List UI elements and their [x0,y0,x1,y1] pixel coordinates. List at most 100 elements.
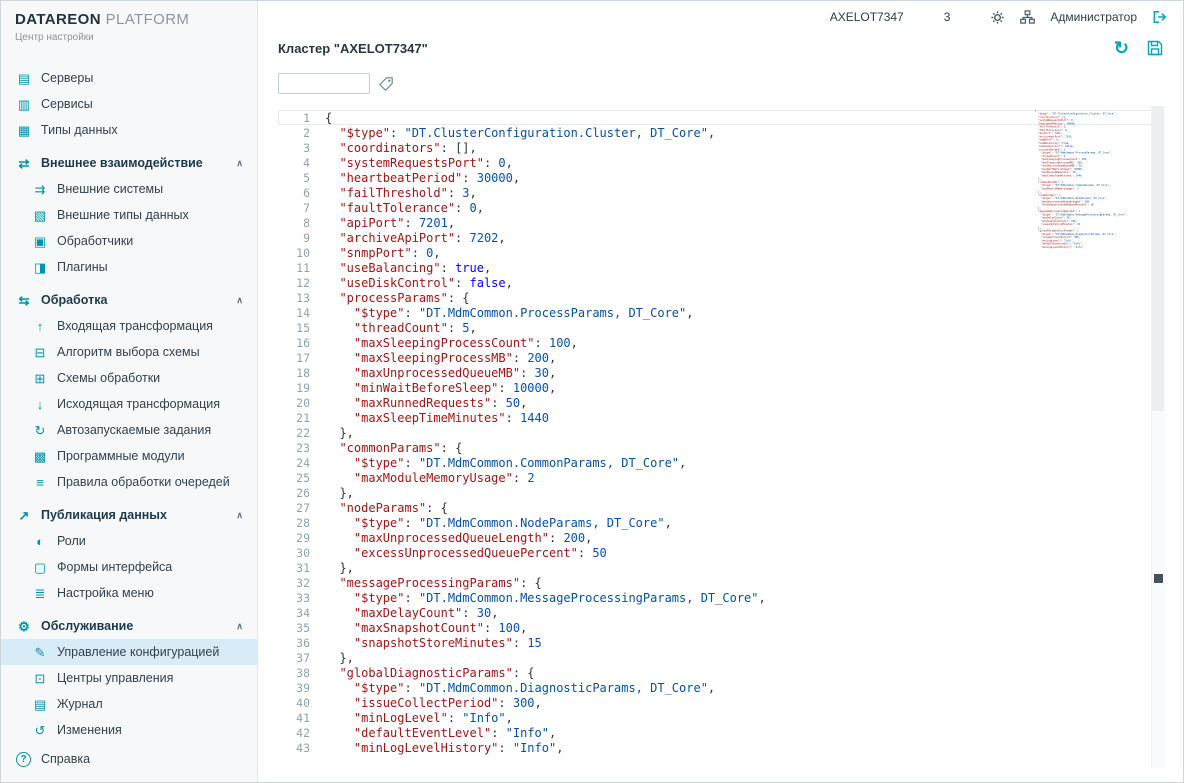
code-line[interactable]: 8 "apiPort": 7201, [278,215,1165,230]
code-line[interactable]: 17 "maxSleepingProcessMB": 200, [278,350,1165,365]
sidebar-item-label: Обслуживание [41,619,133,633]
code-text: "coordinators": [], [310,141,477,155]
code-line[interactable]: 41 "minLogLevel": "Info", [278,710,1165,725]
services-icon: ▥ [15,98,33,111]
sidebar-item-plugins[interactable]: ◨Плагины [1,254,257,280]
sidebar-item-handlers[interactable]: ▣Обработчики [1,228,257,254]
sidebar-item-data-publication[interactable]: ↗Публикация данных∧ [1,502,257,528]
code-line[interactable]: 21 "maxSleepTimeMinutes": 1440 [278,410,1165,425]
code-line[interactable]: 10 "snmpPort": 0, [278,245,1165,260]
code-line[interactable]: 3 "coordinators": [], [278,140,1165,155]
line-number: 7 [278,201,310,215]
code-text: "minLogLevel": "Info", [310,711,513,725]
code-line[interactable]: 22 }, [278,425,1165,440]
settings-gear-icon[interactable] [990,10,1005,25]
code-line[interactable]: 14 "$type": "DT.MdmCommon.ProcessParams,… [278,305,1165,320]
code-text: "$type": "DT.ClusterConfiguration.Cluste… [310,126,715,140]
sidebar-item-external-systems[interactable]: ⇉Внешние системы [1,176,257,202]
code-line[interactable]: 6 "failThreshold": 3, [278,185,1165,200]
sidebar-item-changes[interactable]: ↺Изменения [1,717,257,743]
sidebar-item-external-interaction[interactable]: ⇄Внешнее взаимодействие∧ [1,150,257,176]
scrollbar-thumb[interactable] [1152,106,1164,411]
tag-icon[interactable] [378,76,394,92]
code-line[interactable]: 43 "minLogLevelHistory": "Info", [278,740,1165,755]
code-line[interactable]: 20 "maxRunnedRequests": 50, [278,395,1165,410]
editor-minimap[interactable]: { "$type": "DT.ClusterConfiguration.Clus… [1035,109,1149,709]
sidebar-item-data-types[interactable]: ▦Типы данных [1,117,257,143]
code-text: "useDiskControl": false, [310,276,513,290]
sidebar-item-processing[interactable]: ⇆Обработка∧ [1,287,257,313]
save-icon[interactable] [1147,40,1163,56]
sidebar-item-servers[interactable]: ▤Серверы [1,65,257,91]
sidebar-item-journal[interactable]: ▤Журнал [1,691,257,717]
code-line[interactable]: 5 "heartbeatPeriod": 30000, [278,170,1165,185]
code-line[interactable]: 34 "maxDelayCount": 30, [278,605,1165,620]
code-line[interactable]: 37 }, [278,650,1165,665]
sidebar-item-menu-settings[interactable]: ≣Настройка меню [1,580,257,606]
sidebar-item-outgoing-transformation[interactable]: ↓Исходящая трансформация [1,391,257,417]
code-line[interactable]: 19 "minWaitBeforeSleep": 10000, [278,380,1165,395]
code-line[interactable]: 29 "maxUnprocessedQueueLength": 200, [278,530,1165,545]
sidebar-item-queue-processing-rules[interactable]: ≡Правила обработки очередей [1,469,257,495]
code-text: "messageProcessingParams": { [310,576,542,590]
code-line[interactable]: 15 "threadCount": 5, [278,320,1165,335]
filter-input[interactable] [278,73,370,94]
code-text: "maxSleepingProcessCount": 100, [310,336,578,350]
sidebar-item-services[interactable]: ▥Сервисы [1,91,257,117]
line-number: 35 [278,621,310,635]
json-editor[interactable]: 1{2 "$type": "DT.ClusterConfiguration.Cl… [278,106,1165,768]
code-line[interactable]: 9 "archiveApiPort": 7202, [278,230,1165,245]
line-number: 6 [278,186,310,200]
code-text: "$type": "DT.MdmCommon.DiagnosticParams,… [310,681,715,695]
sitemap-icon[interactable] [1020,10,1035,24]
code-line[interactable]: 36 "snapshotStoreMinutes": 15 [278,635,1165,650]
code-line[interactable]: 30 "excessUnprocessedQueuePercent": 50 [278,545,1165,560]
refresh-icon[interactable]: ↻ [1114,39,1129,57]
logo-primary: DATAREON [15,11,101,28]
logout-icon[interactable] [1152,9,1169,25]
sidebar-item-processing-schemas[interactable]: ⊞Схемы обработки [1,365,257,391]
code-line[interactable]: 18 "maxUnprocessedQueueMB": 30, [278,365,1165,380]
editor-scrollbar[interactable] [1151,106,1165,768]
code-line[interactable]: 26 }, [278,485,1165,500]
sidebar-item-control-centers[interactable]: ⊡Центры управления [1,665,257,691]
code-line[interactable]: 27 "nodeParams": { [278,500,1165,515]
code-line[interactable]: 38 "globalDiagnosticParams": { [278,665,1165,680]
sidebar-item-interface-forms[interactable]: ▢Формы интерфейса [1,554,257,580]
code-line[interactable]: 24 "$type": "DT.MdmCommon.CommonParams, … [278,455,1165,470]
code-line[interactable]: 28 "$type": "DT.MdmCommon.NodeParams, DT… [278,515,1165,530]
code-line[interactable]: 1{ [278,110,1165,125]
sidebar-item-maintenance[interactable]: ⚙Обслуживание∧ [1,613,257,639]
code-line[interactable]: 32 "messageProcessingParams": { [278,575,1165,590]
sidebar-item-external-data-types[interactable]: ▧Внешние типы данных [1,202,257,228]
code-line[interactable]: 13 "processParams": { [278,290,1165,305]
code-line[interactable]: 40 "issueCollectPeriod": 300, [278,695,1165,710]
sidebar-item-label: Справка [41,752,90,766]
sidebar-item-help[interactable]: ? Справка [1,746,257,772]
code-line[interactable]: 16 "maxSleepingProcessCount": 100, [278,335,1165,350]
code-line[interactable]: 4 "systemRequestsPort": 0, [278,155,1165,170]
sidebar-item-autostart-tasks[interactable]: ↻Автозапускаемые задания [1,417,257,443]
sidebar-item-schema-selection-algorithm[interactable]: ⊟Алгоритм выбора схемы [1,339,257,365]
code-line[interactable]: 33 "$type": "DT.MdmCommon.MessageProcess… [278,590,1165,605]
code-line[interactable]: 11 "useBalancing": true, [278,260,1165,275]
sidebar-item-label: Внешние типы данных [57,208,189,222]
sidebar-item-program-modules[interactable]: ▩Программные модули [1,443,257,469]
code-line[interactable]: 35 "maxSnapshotCount": 100, [278,620,1165,635]
code-text: "apiPort": 7201, [310,216,455,230]
line-number: 11 [278,261,310,275]
code-line[interactable]: 39 "$type": "DT.MdmCommon.DiagnosticPara… [278,680,1165,695]
sidebar-item-configuration-management[interactable]: ✎Управление конфигурацией [1,639,257,665]
line-number: 19 [278,381,310,395]
sidebar-item-roles[interactable]: ◐Роли [1,528,257,554]
code-line[interactable]: 23 "commonParams": { [278,440,1165,455]
line-number: 30 [278,546,310,560]
code-line[interactable]: 42 "defaultEventLevel": "Info", [278,725,1165,740]
code-line[interactable]: 2 "$type": "DT.ClusterConfiguration.Clus… [278,125,1165,140]
code-line[interactable]: 12 "useDiskControl": false, [278,275,1165,290]
code-line[interactable]: 7 "faultTolerance": 0, [278,200,1165,215]
code-line[interactable]: 25 "maxModuleMemoryUsage": 2 [278,470,1165,485]
sidebar-item-incoming-transformation[interactable]: ↑Входящая трансформация [1,313,257,339]
code-line[interactable]: 31 }, [278,560,1165,575]
interface-forms-icon: ▢ [31,561,49,574]
